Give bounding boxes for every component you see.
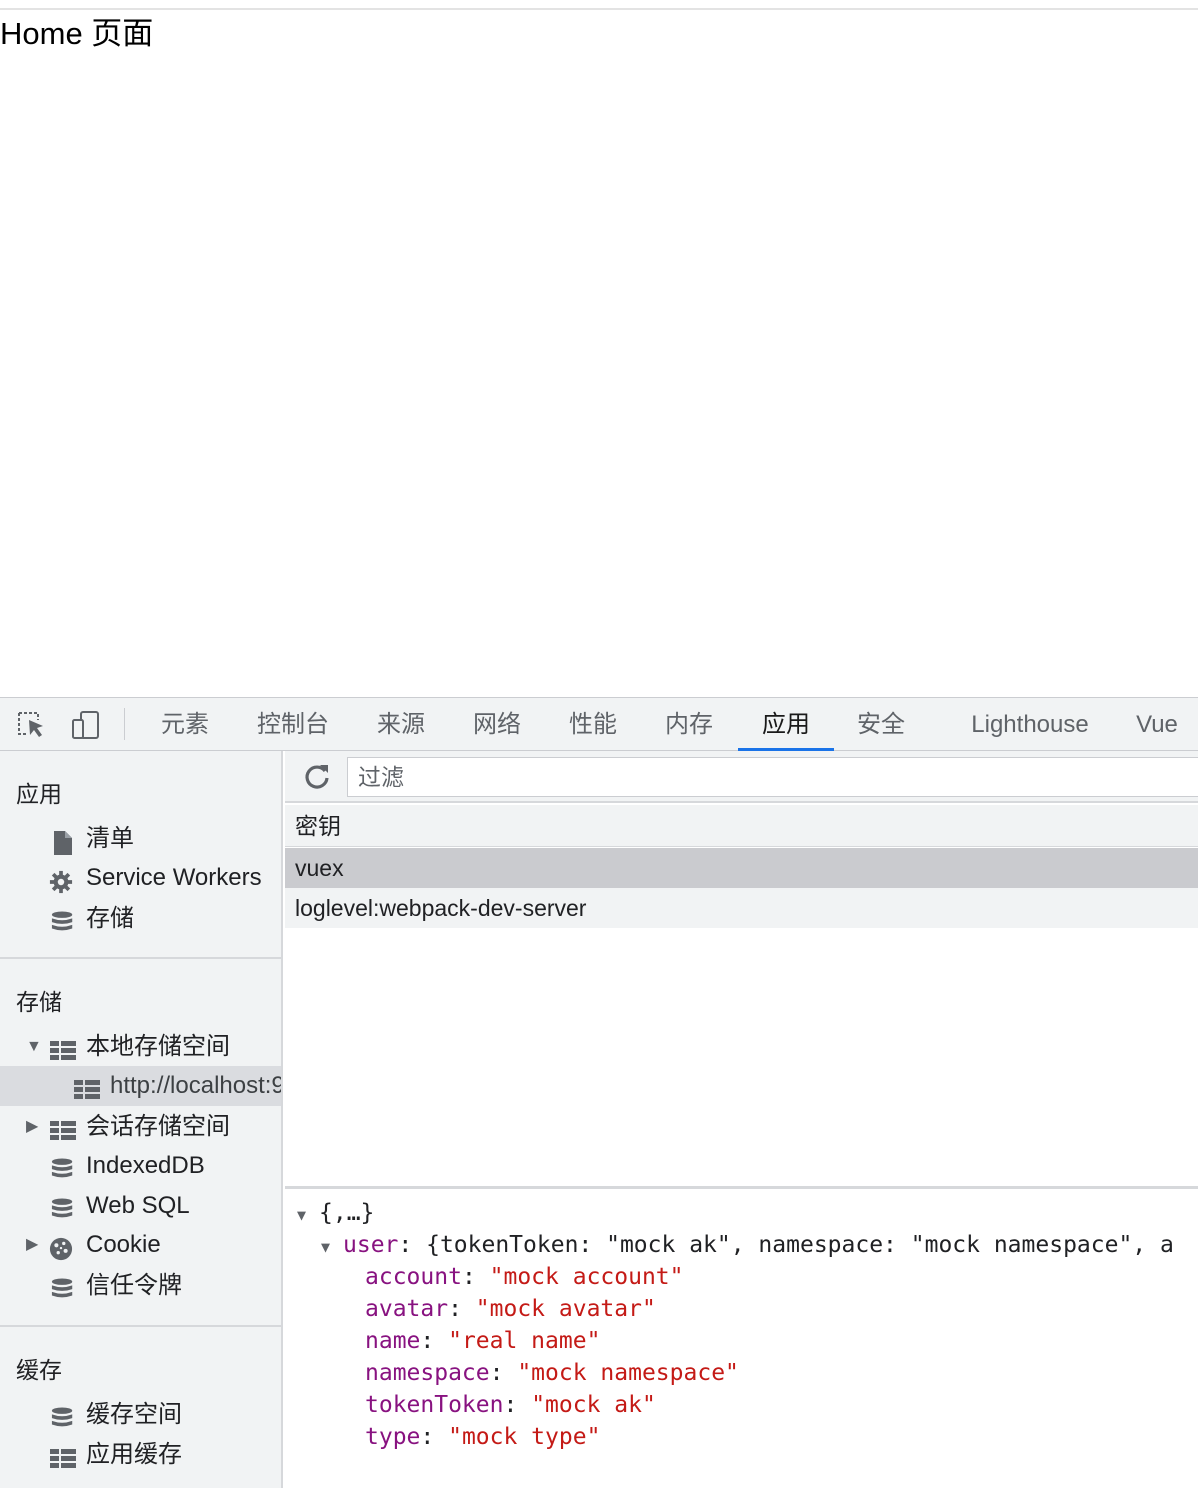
- tab-lighthouse[interactable]: Lighthouse: [960, 698, 1100, 751]
- page-title: Home 页面: [0, 16, 154, 51]
- sidebar-item-cache-storage[interactable]: 缓存空间: [0, 1395, 281, 1435]
- preview-field-line: namespace: "mock namespace": [365, 1360, 739, 1386]
- database-icon: [50, 1195, 76, 1219]
- section-title-application: 应用: [16, 781, 62, 807]
- database-icon: [50, 908, 76, 932]
- tab-memory[interactable]: 内存: [654, 698, 724, 751]
- preview-user-line[interactable]: ▼ user: {tokenToken: "mock ak", namespace…: [321, 1229, 1174, 1263]
- devtools-panel: 元素 控制台 来源 网络 性能 内存 应用 安全 Lighthouse Vue …: [0, 697, 1198, 1488]
- grid-icon: [74, 1075, 100, 1099]
- section-title-cache: 缓存: [16, 1357, 62, 1383]
- table-row[interactable]: vuex: [285, 848, 1198, 888]
- grid-icon: [50, 1444, 76, 1468]
- sidebar-item-manifest[interactable]: 清单: [0, 819, 281, 859]
- grid-icon: [50, 1116, 76, 1140]
- refresh-icon[interactable]: [303, 762, 331, 790]
- tab-security[interactable]: 安全: [846, 698, 916, 751]
- section-title-storage: 存储: [16, 989, 62, 1015]
- tab-elements[interactable]: 元素: [150, 698, 220, 751]
- value-preview: ▼ {,…} ▼ user: {tokenToken: "mock ak", nam…: [285, 1189, 1198, 1488]
- tab-performance[interactable]: 性能: [558, 698, 628, 751]
- sidebar-item-session-storage[interactable]: ▶ 会话存储空间: [0, 1107, 281, 1147]
- expanded-triangle-icon[interactable]: ▼: [297, 1199, 319, 1231]
- toolbar-separator: [124, 708, 125, 740]
- column-header-key[interactable]: 密钥: [285, 805, 1198, 847]
- preview-root-line[interactable]: ▼ {,…}: [297, 1197, 374, 1231]
- application-sidebar: 应用 清单 Service Workers 存储 存储 ▼ 本地存储空间 htt…: [0, 751, 283, 1488]
- preview-field-line: account: "mock account": [365, 1264, 684, 1290]
- preview-field-line: avatar: "mock avatar": [365, 1296, 656, 1322]
- sidebar-item-local-storage[interactable]: ▼ 本地存储空间: [0, 1027, 281, 1067]
- filter-input[interactable]: [347, 757, 1198, 797]
- sidebar-item-cookie[interactable]: ▶ Cookie: [0, 1225, 281, 1265]
- gear-icon: [48, 867, 74, 894]
- sidebar-item-application-cache[interactable]: 应用缓存: [0, 1435, 281, 1475]
- collapsed-triangle-icon[interactable]: ▶: [26, 1107, 38, 1147]
- page-viewport: Home 页面: [0, 0, 1198, 697]
- table-row[interactable]: loglevel:webpack-dev-server: [285, 888, 1198, 928]
- database-icon: [50, 1155, 76, 1179]
- cookie-icon: [48, 1234, 74, 1261]
- document-icon: [50, 828, 76, 855]
- preview-field-line: type: "mock type": [365, 1424, 601, 1450]
- sidebar-item-storage-overview[interactable]: 存储: [0, 899, 281, 939]
- database-icon: [50, 1275, 76, 1299]
- page-top-border: [0, 8, 1198, 10]
- inspect-element-icon[interactable]: [16, 710, 48, 740]
- grid-icon: [50, 1036, 76, 1060]
- storage-main-panel: 密钥 vuex loglevel:webpack-dev-server ▼{,……: [285, 751, 1198, 1488]
- tab-sources[interactable]: 来源: [366, 698, 436, 751]
- sidebar-divider: [0, 957, 281, 959]
- tab-vue[interactable]: Vue: [1126, 698, 1188, 751]
- storage-toolbar: [285, 751, 1198, 803]
- tab-application[interactable]: 应用: [738, 698, 834, 751]
- preview-field-line: tokenToken: "mock ak": [365, 1392, 656, 1418]
- expanded-triangle-icon[interactable]: ▼: [26, 1027, 42, 1067]
- tab-console[interactable]: 控制台: [246, 698, 340, 751]
- tab-network[interactable]: 网络: [462, 698, 532, 751]
- sidebar-item-web-sql[interactable]: Web SQL: [0, 1186, 281, 1226]
- sidebar-divider: [0, 1325, 281, 1327]
- device-toolbar-icon[interactable]: [70, 710, 102, 740]
- sidebar-item-service-workers[interactable]: Service Workers: [0, 858, 281, 898]
- expanded-triangle-icon[interactable]: ▼: [321, 1231, 343, 1263]
- sidebar-item-trust-tokens[interactable]: 信任令牌: [0, 1266, 281, 1306]
- preview-field-line: name: "real name": [365, 1328, 601, 1354]
- sidebar-item-indexeddb[interactable]: IndexedDB: [0, 1146, 281, 1186]
- sidebar-item-localhost-origin[interactable]: http://localhost:9: [0, 1066, 281, 1106]
- database-icon: [50, 1404, 76, 1428]
- devtools-tab-bar: 元素 控制台 来源 网络 性能 内存 应用 安全 Lighthouse Vue: [0, 697, 1198, 751]
- collapsed-triangle-icon[interactable]: ▶: [26, 1225, 38, 1265]
